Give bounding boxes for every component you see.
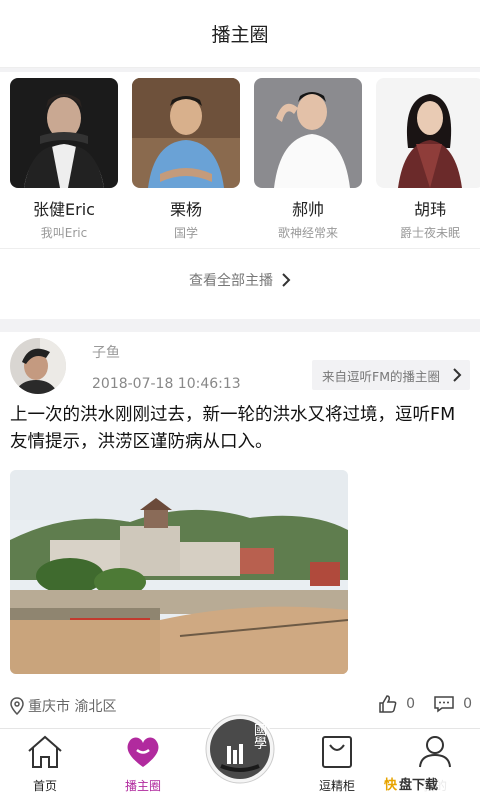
bag-icon — [322, 736, 352, 768]
location-text: 重庆市 渝北区 — [28, 699, 117, 715]
chevron-right-icon — [453, 368, 462, 382]
source-label: 来自逗听FM的播主圈 — [322, 368, 440, 384]
source-chip[interactable]: 来自逗听FM的播主圈 — [312, 360, 470, 390]
heart-icon — [127, 737, 159, 767]
view-all-label: 查看全部主播 — [189, 273, 273, 289]
divider — [0, 248, 480, 249]
host-desc: 爵士夜未眠 — [399, 226, 460, 240]
watermark-text: 快 — [384, 777, 398, 793]
hosts-section: 张健Eric 我叫Eric 栗杨 国学 郝帅 歌神经常来 胡玮 爵士夜未眠 查看… — [0, 72, 480, 319]
host-card[interactable]: 张健Eric 我叫Eric — [10, 78, 118, 241]
host-desc: 歌神经常来 — [277, 226, 338, 240]
page-title: 播主圈 — [211, 24, 269, 46]
host-card[interactable]: 郝帅 歌神经常来 — [254, 78, 362, 241]
host-card[interactable]: 胡玮 爵士夜未眠 — [376, 78, 480, 241]
bottom-tab-bar: 首页 播主圈 國學 逗精柜 我的 快 盘下载 — [0, 713, 480, 800]
comment-button[interactable]: 0 — [433, 695, 472, 713]
post-author[interactable]: 子鱼 — [92, 342, 120, 362]
host-photo — [132, 78, 240, 188]
avatar[interactable] — [10, 338, 66, 394]
like-button[interactable]: 0 — [378, 694, 415, 714]
post-text: 上一次的洪水刚刚过去，新一轮的洪水又将过境，逗听FM友情提示，洪涝区谨防病从口入… — [10, 405, 456, 452]
tab-label: 首页 — [32, 779, 57, 793]
host-photo — [254, 78, 362, 188]
host-name: 郝帅 — [291, 200, 324, 219]
chevron-right-icon — [282, 273, 291, 287]
home-icon — [28, 735, 62, 768]
location-pin-icon — [10, 697, 24, 715]
user-icon — [419, 736, 451, 768]
comment-count: 0 — [463, 696, 472, 712]
post-image[interactable] — [10, 470, 348, 674]
host-photo — [376, 78, 480, 188]
comment-icon — [434, 696, 454, 713]
watermark-text: 盘下载 — [399, 777, 439, 793]
watermark: 快 盘下载 — [384, 770, 476, 796]
thumbs-up-icon — [379, 695, 397, 713]
tab-label: 逗精柜 — [318, 779, 355, 793]
post-actions: 0 0 — [366, 694, 472, 714]
host-card[interactable]: 栗杨 国学 — [132, 78, 240, 241]
view-all-hosts-link[interactable]: 查看全部主播 — [0, 270, 480, 290]
post-location: 重庆市 渝北区 — [10, 696, 116, 716]
host-name: 胡玮 — [413, 200, 446, 219]
host-desc: 我叫Eric — [40, 226, 88, 240]
post-card: 子鱼 2018-07-18 10:46:13 来自逗听FM的播主圈 上一次的洪水… — [0, 332, 480, 728]
post-timestamp: 2018-07-18 10:46:13 — [92, 376, 241, 392]
tab-label: 播主圈 — [124, 779, 161, 793]
like-count: 0 — [406, 696, 416, 712]
tab-host-circle[interactable]: 播主圈 — [98, 733, 188, 794]
center-play-button[interactable]: 國學 — [204, 713, 276, 785]
badge-text: 國學 — [251, 723, 266, 749]
host-name: 栗杨 — [169, 200, 202, 219]
host-name: 张健Eric — [33, 200, 95, 219]
top-bar: 播主圈 — [0, 0, 480, 68]
hosts-carousel[interactable]: 张健Eric 我叫Eric 栗杨 国学 郝帅 歌神经常来 胡玮 爵士夜未眠 — [10, 78, 480, 258]
host-photo — [10, 78, 118, 188]
host-desc: 国学 — [173, 226, 198, 240]
tab-home[interactable]: 首页 — [0, 733, 90, 794]
tab-shop[interactable]: 逗精柜 — [292, 733, 382, 794]
